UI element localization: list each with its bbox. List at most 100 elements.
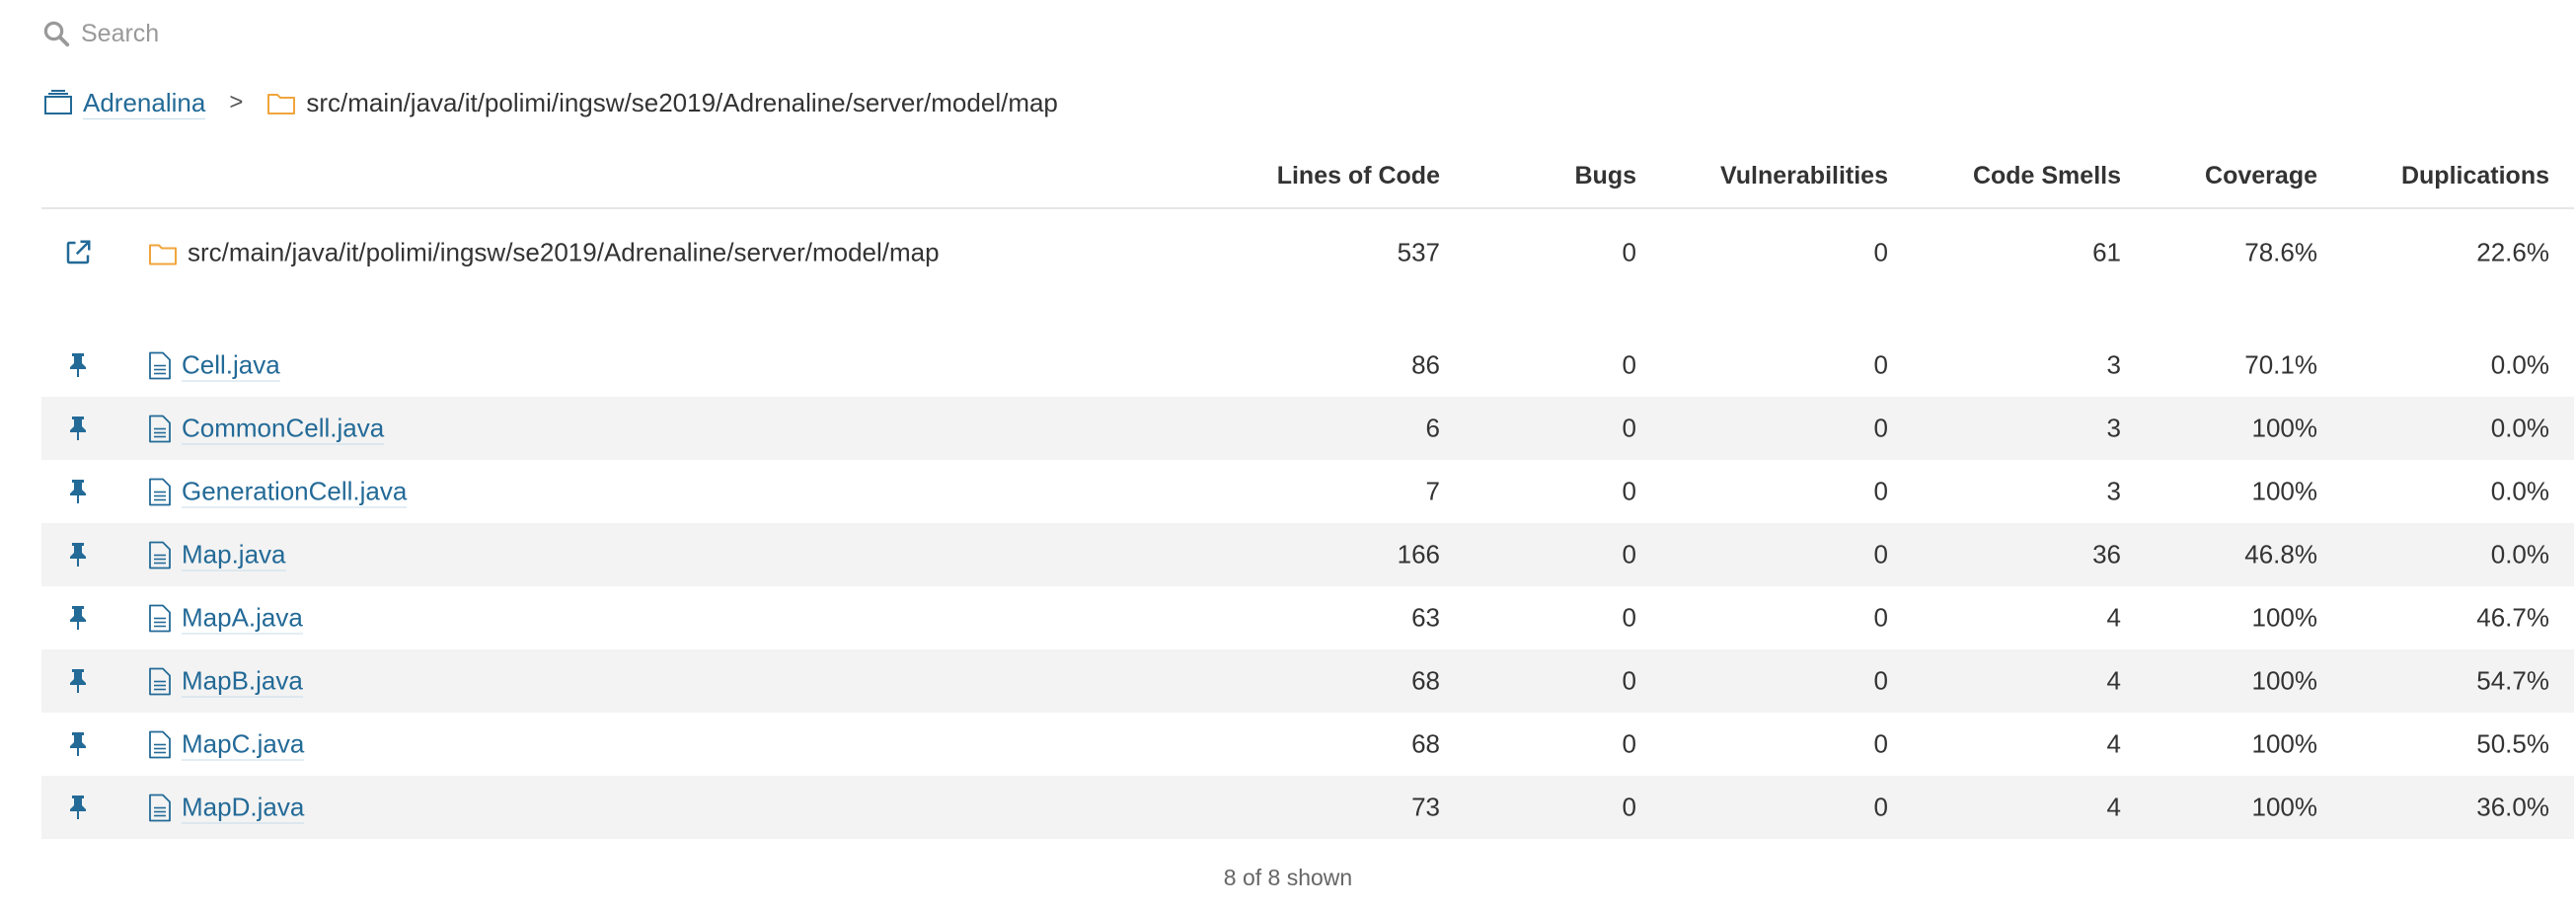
cell-coverage: 100%: [2251, 413, 2318, 443]
row-spacer: [41, 296, 2574, 334]
folder-icon: [267, 94, 296, 114]
pin-icon[interactable]: [61, 601, 95, 635]
cell-code-smells: 3: [2106, 413, 2121, 443]
header-code-smells[interactable]: Code Smells: [1973, 148, 2121, 203]
cell-bugs: 0: [1622, 602, 1636, 633]
search-input[interactable]: [81, 19, 673, 48]
cell-coverage: 46.8%: [2244, 539, 2317, 569]
table-row: Cell.java 86 0 0 3 70.1% 0.0%: [41, 334, 2574, 397]
cell-lines-of-code: 6: [1425, 413, 1440, 443]
cell-vulnerabilities: 0: [1873, 349, 1888, 380]
cell-duplications: 50.5%: [2476, 728, 2549, 759]
cell-coverage: 100%: [2251, 602, 2318, 633]
cell-coverage: 100%: [2251, 728, 2318, 759]
file-name-cell: Map.java: [148, 539, 286, 571]
cell-duplications: 0.0%: [2490, 413, 2549, 443]
pin-icon[interactable]: [61, 664, 95, 698]
cell-bugs: 0: [1622, 539, 1636, 569]
file-link[interactable]: Map.java: [182, 539, 286, 571]
header-lines-of-code[interactable]: Lines of Code: [1277, 148, 1440, 203]
cell-bugs: 0: [1622, 665, 1636, 696]
base-directory-row: src/main/java/it/polimi/ingsw/se2019/Adr…: [41, 209, 2574, 296]
file-icon: [149, 604, 171, 632]
file-name-cell: GenerationCell.java: [148, 476, 408, 508]
table-row: MapA.java 63 0 0 4 100% 46.7%: [41, 586, 2574, 649]
file-icon: [149, 351, 171, 379]
cell-duplications: 22.6%: [2476, 237, 2549, 267]
file-icon: [149, 667, 171, 695]
cell-vulnerabilities: 0: [1873, 728, 1888, 759]
cell-duplications: 46.7%: [2476, 602, 2549, 633]
header-vulnerabilities[interactable]: Vulnerabilities: [1720, 148, 1888, 203]
cell-code-smells: 36: [2092, 539, 2121, 569]
cell-duplications: 0.0%: [2490, 476, 2549, 506]
cell-vulnerabilities: 0: [1873, 539, 1888, 569]
cell-code-smells: 4: [2106, 602, 2121, 633]
header-coverage[interactable]: Coverage: [2205, 148, 2317, 203]
file-name-cell: CommonCell.java: [148, 413, 385, 445]
cell-bugs: 0: [1622, 349, 1636, 380]
project-icon: [44, 90, 72, 114]
cell-bugs: 0: [1622, 728, 1636, 759]
header-bugs[interactable]: Bugs: [1575, 148, 1637, 203]
cell-code-smells: 61: [2092, 237, 2121, 267]
cell-lines-of-code: 86: [1411, 349, 1440, 380]
cell-duplications: 54.7%: [2476, 665, 2549, 696]
search-bar: [41, 14, 673, 53]
pin-icon[interactable]: [61, 791, 95, 824]
breadcrumb: Adrenalina > src/main/java/it/polimi/ing…: [43, 81, 1058, 124]
file-link[interactable]: MapA.java: [182, 602, 303, 635]
table-row: MapC.java 68 0 0 4 100% 50.5%: [41, 713, 2574, 776]
cell-coverage: 78.6%: [2244, 237, 2317, 267]
cell-code-smells: 3: [2106, 476, 2121, 506]
file-icon: [149, 794, 171, 821]
file-link[interactable]: CommonCell.java: [182, 413, 385, 445]
pin-icon[interactable]: [61, 475, 95, 508]
table-header: Lines of Code Bugs Vulnerabilities Code …: [41, 148, 2574, 209]
file-icon: [149, 415, 171, 442]
cell-code-smells: 4: [2106, 792, 2121, 822]
cell-lines-of-code: 537: [1397, 237, 1440, 267]
file-name-cell: MapD.java: [148, 792, 305, 824]
cell-duplications: 36.0%: [2476, 792, 2549, 822]
header-duplications[interactable]: Duplications: [2401, 148, 2549, 203]
cell-bugs: 0: [1622, 476, 1636, 506]
file-icon: [149, 730, 171, 758]
pin-icon[interactable]: [61, 727, 95, 761]
table-row: MapD.java 73 0 0 4 100% 36.0%: [41, 776, 2574, 839]
pin-icon[interactable]: [61, 538, 95, 571]
cell-coverage: 100%: [2251, 476, 2318, 506]
cell-lines-of-code: 63: [1411, 602, 1440, 633]
breadcrumb-project-link[interactable]: Adrenalina: [83, 87, 206, 119]
cell-lines-of-code: 7: [1425, 476, 1440, 506]
pin-icon[interactable]: [61, 412, 95, 445]
breadcrumb-separator: >: [229, 89, 244, 115]
cell-code-smells: 4: [2106, 665, 2121, 696]
cell-vulnerabilities: 0: [1873, 413, 1888, 443]
file-link[interactable]: MapC.java: [182, 728, 305, 761]
file-link[interactable]: MapB.java: [182, 665, 303, 698]
file-icon: [149, 478, 171, 505]
cell-vulnerabilities: 0: [1873, 476, 1888, 506]
file-icon: [149, 541, 171, 569]
pin-icon[interactable]: [61, 348, 95, 382]
file-link[interactable]: MapD.java: [182, 792, 305, 824]
cell-duplications: 0.0%: [2490, 539, 2549, 569]
file-name-cell: MapA.java: [148, 602, 303, 635]
cell-lines-of-code: 166: [1397, 539, 1440, 569]
table-row: CommonCell.java 6 0 0 3 100% 0.0%: [41, 397, 2574, 460]
file-link[interactable]: GenerationCell.java: [182, 476, 408, 508]
cell-vulnerabilities: 0: [1873, 665, 1888, 696]
cell-bugs: 0: [1622, 237, 1636, 267]
cell-vulnerabilities: 0: [1873, 602, 1888, 633]
table-row: MapB.java 68 0 0 4 100% 54.7%: [41, 649, 2574, 713]
cell-lines-of-code: 73: [1411, 792, 1440, 822]
base-directory-label: src/main/java/it/polimi/ingsw/se2019/Adr…: [188, 237, 940, 267]
open-in-new-icon[interactable]: [61, 236, 95, 269]
cell-lines-of-code: 68: [1411, 665, 1440, 696]
base-directory-name: src/main/java/it/polimi/ingsw/se2019/Adr…: [148, 238, 940, 268]
cell-coverage: 100%: [2251, 792, 2318, 822]
measures-table: Lines of Code Bugs Vulnerabilities Code …: [41, 148, 2574, 839]
file-link[interactable]: Cell.java: [182, 349, 280, 382]
cell-lines-of-code: 68: [1411, 728, 1440, 759]
